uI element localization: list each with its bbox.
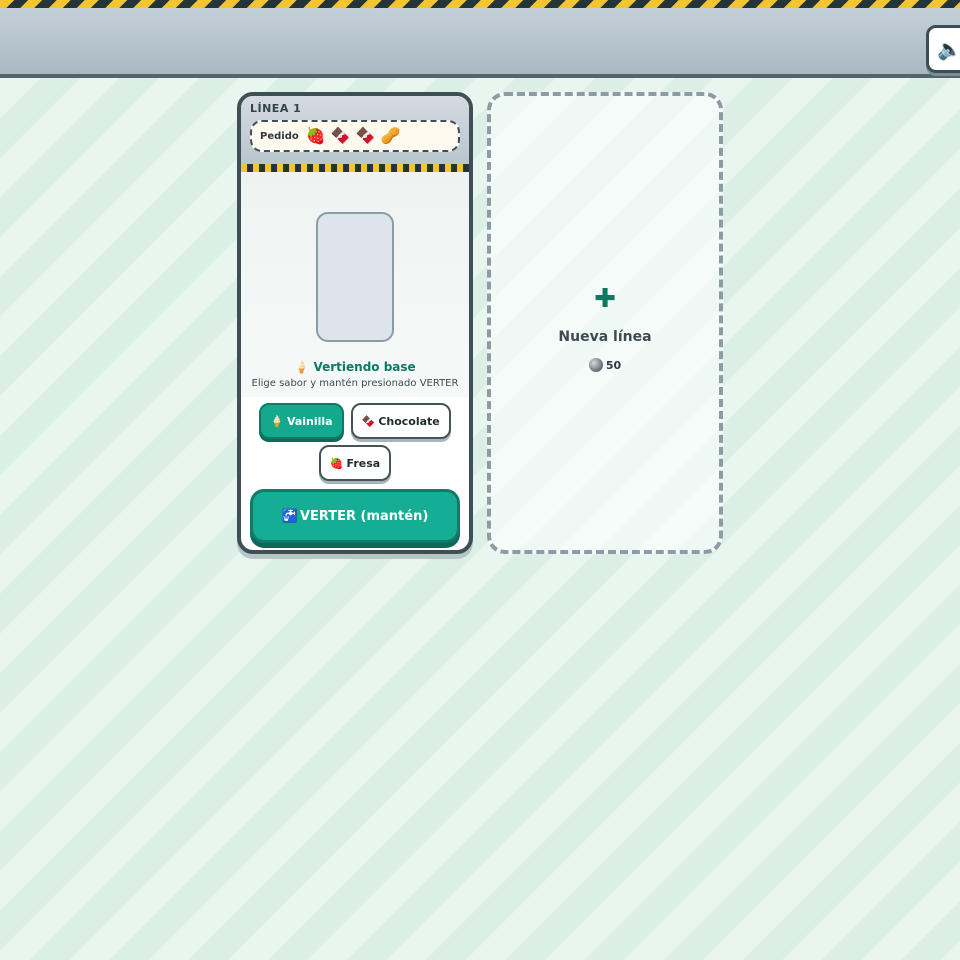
flavor-row: 🍓 Fresa (241, 445, 469, 481)
flavor-row: 🍦 Vainilla 🍫 Chocolate (241, 403, 469, 439)
top-bar: 🔈 (0, 8, 960, 78)
pour-label: VERTER (mantén) (299, 508, 429, 524)
coin-icon (588, 358, 603, 372)
hazard-stripe (0, 0, 960, 8)
hint-text: Elige sabor y mantén presionado VERTER (251, 378, 459, 389)
speaker-icon: 🔈 (937, 37, 960, 61)
pour-button[interactable]: 🚰 VERTER (mantén) (250, 489, 460, 543)
status-text: 🍦 Vertiendo base (241, 360, 469, 374)
add-line-slot[interactable]: ✚ Nueva línea 50 (487, 92, 723, 554)
line-header: LÍNEA 1 Pedido 🍓 🍫 🍫 🥜 (241, 96, 469, 164)
cost-value: 50 (605, 358, 622, 372)
ice-cream-icon: 🍦 (270, 414, 284, 428)
strawberry-icon: 🍓 (305, 126, 326, 145)
pour-stage: 🍦 Vertiendo base Elige sabor y mantén pr… (241, 172, 469, 397)
flavor-label: Vainilla (286, 414, 333, 428)
add-line-cost: 50 (491, 358, 719, 372)
order-label: Pedido (260, 130, 299, 142)
faucet-icon: 🚰 (281, 508, 298, 524)
flavor-vanilla-button[interactable]: 🍦 Vainilla (259, 403, 344, 439)
strawberry-icon: 🍓 (329, 456, 344, 470)
peanut-icon: 🥜 (380, 126, 401, 145)
conveyor-stripe (241, 164, 469, 172)
chocolate-icon: 🍫 (361, 414, 376, 428)
line-title: LÍNEA 1 (250, 102, 302, 115)
flavor-label: Fresa (346, 456, 381, 470)
status-label: Vertiendo base (313, 360, 416, 374)
chocolate-icon: 🍫 (330, 126, 351, 145)
add-line-label: Nueva línea (558, 329, 652, 345)
plus-icon: ✚ (594, 284, 616, 314)
ice-cream-icon: 🍦 (294, 360, 310, 374)
flavor-strawberry-button[interactable]: 🍓 Fresa (318, 445, 392, 481)
production-line-1: LÍNEA 1 Pedido 🍓 🍫 🍫 🥜 🍦 Vertiendo base … (237, 92, 473, 554)
chocolate-icon: 🍫 (355, 126, 376, 145)
cup (316, 212, 394, 342)
flavor-chocolate-button[interactable]: 🍫 Chocolate (350, 403, 451, 439)
flavor-label: Chocolate (378, 414, 440, 428)
order-ticket: Pedido 🍓 🍫 🍫 🥜 (250, 120, 460, 152)
sound-toggle-button[interactable]: 🔈 (926, 25, 960, 73)
